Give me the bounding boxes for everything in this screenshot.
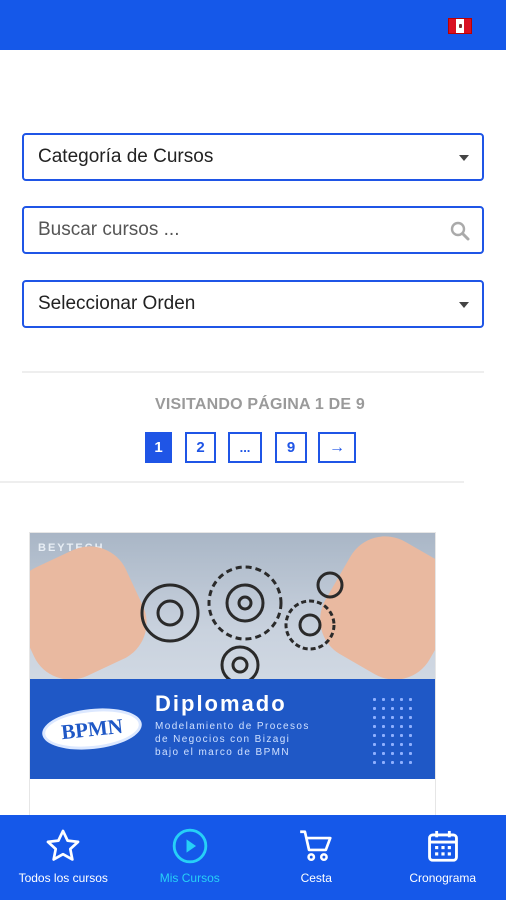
- star-icon: [46, 829, 80, 861]
- pagination-status: VISITANDO PÁGINA 1 DE 9: [155, 396, 365, 413]
- tab-cart[interactable]: Cesta: [253, 815, 380, 900]
- tab-my-courses[interactable]: Mis Cursos: [127, 815, 254, 900]
- search-input[interactable]: [38, 219, 438, 241]
- calendar-icon: [427, 830, 458, 862]
- tab-label: Mis Cursos: [159, 871, 220, 885]
- tab-schedule[interactable]: Cronograma: [380, 815, 506, 900]
- course-card[interactable]: BEYTECH BPMN Diplomado Modelamiento de P…: [29, 532, 436, 822]
- page-button-1[interactable]: 1: [145, 432, 172, 463]
- category-select[interactable]: Categoría de Cursos: [22, 133, 484, 181]
- course-subtitle-line: de Negocios con Bizagi: [155, 734, 291, 745]
- course-title: Diplomado: [155, 691, 287, 716]
- order-select[interactable]: Seleccionar Orden: [22, 280, 484, 328]
- chevron-down-icon: [459, 155, 469, 161]
- course-subtitle-line: bajo el marco de BPMN: [155, 747, 291, 758]
- bottom-navigation: Todos los cursos Mis Cursos Cesta Cronog…: [0, 815, 506, 900]
- chevron-down-icon: [459, 302, 469, 308]
- page-button-2[interactable]: 2: [185, 432, 216, 463]
- course-subtitle-line: Modelamiento de Procesos: [155, 721, 310, 732]
- order-select-label: Seleccionar Orden: [38, 293, 196, 314]
- tab-label: Todos los cursos: [18, 871, 108, 885]
- gears-icon: [140, 565, 344, 683]
- tab-label: Cesta: [300, 871, 332, 885]
- play-circle-icon: [172, 828, 208, 864]
- tab-all-courses[interactable]: Todos los cursos: [0, 815, 127, 900]
- top-app-bar: [0, 0, 506, 50]
- dot-pattern: [370, 695, 416, 765]
- peru-flag-icon[interactable]: [448, 18, 472, 34]
- search-field[interactable]: [22, 206, 484, 254]
- search-icon[interactable]: [450, 221, 470, 241]
- next-page-button[interactable]: →: [318, 432, 356, 463]
- tab-label: Cronograma: [409, 871, 477, 885]
- page-ellipsis: ...: [228, 432, 262, 463]
- divider: [0, 481, 464, 483]
- category-select-label: Categoría de Cursos: [38, 146, 214, 167]
- divider: [22, 371, 484, 373]
- course-image[interactable]: BEYTECH BPMN Diplomado Modelamiento de P…: [30, 533, 435, 779]
- cart-icon: [300, 830, 332, 862]
- page-button-9[interactable]: 9: [275, 432, 307, 463]
